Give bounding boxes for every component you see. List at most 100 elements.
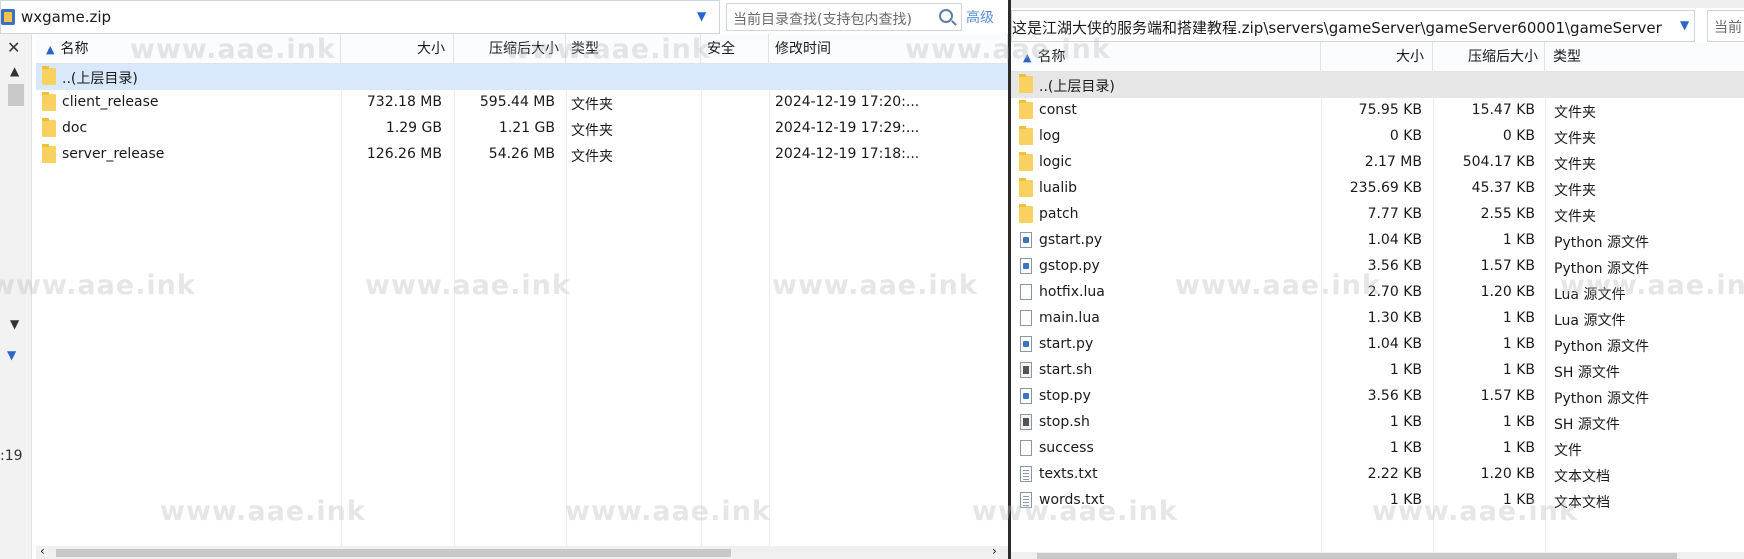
table-row[interactable]: stop.py 3.56 KB 1.57 KB Python 源文件 [1011, 384, 1744, 410]
file-size: 235.69 KB [1349, 180, 1422, 196]
left-horizontal-scrollbar[interactable]: ‹ › [36, 544, 1008, 559]
column-header-name[interactable]: ▲ 名称 [1011, 42, 1321, 72]
scroll-right-icon[interactable]: › [992, 544, 997, 558]
file-packed-size: 1.57 KB [1480, 258, 1535, 274]
python-file-icon [1020, 336, 1032, 352]
left-archive-window: wxgame.zip ▼ 当前目录查找(支持包内查找) 高级 ✕ ▲ ▼ ▼ :… [0, 0, 1008, 559]
sidebar-scroll-thumb[interactable] [8, 84, 24, 106]
table-row[interactable]: hotfix.lua 2.70 KB 1.20 KB Lua 源文件 [1011, 280, 1744, 306]
chevron-down-icon[interactable]: ▼ [7, 348, 16, 362]
file-packed-size: 1.20 KB [1480, 466, 1535, 482]
file-name: gstart.py [1039, 232, 1103, 248]
column-header-packed[interactable]: 压缩后大小 [454, 34, 566, 64]
table-row[interactable]: main.lua 1.30 KB 1 KB Lua 源文件 [1011, 306, 1744, 332]
file-type: Lua 源文件 [1554, 313, 1626, 329]
file-packed-size: 0 KB [1502, 128, 1535, 144]
folder-icon [1019, 178, 1033, 197]
file-name: main.lua [1039, 310, 1100, 326]
file-packed-size: 1.57 KB [1480, 388, 1535, 404]
search-icon[interactable] [939, 9, 953, 23]
python-file-icon [1020, 232, 1032, 248]
right-path-bar[interactable]: 这是江湖大侠的服务端和搭建教程.zip\servers\gameServer\g… [1011, 10, 1695, 42]
file-packed-size: 595.44 MB [479, 94, 555, 110]
right-search-input[interactable]: 当前目 [1707, 10, 1744, 42]
folder-icon [42, 66, 56, 85]
table-row[interactable]: log 0 KB 0 KB 文件夹 [1011, 124, 1744, 150]
table-row[interactable]: words.txt 1 KB 1 KB 文本文档 [1011, 488, 1744, 514]
file-size: 3.56 KB [1367, 258, 1422, 274]
file-size: 1 KB [1389, 492, 1422, 508]
column-header-modified[interactable]: 修改时间 [769, 34, 1008, 64]
table-row[interactable]: const 75.95 KB 15.47 KB 文件夹 [1011, 98, 1744, 124]
table-row[interactable]: doc 1.29 GB 1.21 GB 文件夹 2024-12-19 17:29:... [36, 116, 1008, 142]
scroll-left-icon[interactable]: ‹ [40, 544, 45, 558]
file-name: ..(上层目录) [1039, 79, 1115, 95]
table-row[interactable]: gstop.py 3.56 KB 1.57 KB Python 源文件 [1011, 254, 1744, 280]
table-row[interactable]: logic 2.17 MB 504.17 KB 文件夹 [1011, 150, 1744, 176]
column-header-safety[interactable]: 安全 [701, 34, 769, 64]
folder-icon [1019, 126, 1033, 145]
column-header-type[interactable]: 类型 [566, 34, 701, 64]
file-name: start.py [1039, 336, 1094, 352]
file-icon [1020, 284, 1032, 300]
table-row[interactable]: patch 7.77 KB 2.55 KB 文件夹 [1011, 202, 1744, 228]
table-row[interactable]: server_release 126.26 MB 54.26 MB 文件夹 2024-1… [36, 142, 1008, 168]
column-header-size[interactable]: 大小 [1321, 42, 1433, 72]
file-name: lualib [1039, 180, 1078, 196]
file-type: SH 源文件 [1554, 417, 1620, 433]
scroll-up-icon[interactable]: ▲ [10, 64, 19, 78]
file-type: 文件夹 [571, 123, 613, 139]
table-row[interactable]: start.sh 1 KB 1 KB SH 源文件 [1011, 358, 1744, 384]
folder-icon [42, 144, 56, 163]
file-packed-size: 45.37 KB [1471, 180, 1535, 196]
column-header-name[interactable]: ▲ 名称 [36, 34, 341, 64]
scroll-down-icon[interactable]: ▼ [10, 317, 19, 331]
file-type: 文本文档 [1554, 495, 1610, 511]
file-type: Python 源文件 [1554, 235, 1649, 251]
right-archive-window: 这是江湖大侠的服务端和搭建教程.zip\servers\gameServer\g… [1008, 0, 1744, 559]
table-row[interactable]: client_release 732.18 MB 595.44 MB 文件夹 2024-… [36, 90, 1008, 116]
file-name: client_release [62, 94, 159, 110]
scroll-thumb[interactable] [1037, 553, 1677, 559]
file-packed-size: 1 KB [1502, 414, 1535, 430]
file-type: 文件夹 [1554, 105, 1596, 121]
folder-icon [1019, 100, 1033, 119]
table-row[interactable]: start.py 1.04 KB 1 KB Python 源文件 [1011, 332, 1744, 358]
table-row[interactable]: texts.txt 2.22 KB 1.20 KB 文本文档 [1011, 462, 1744, 488]
scroll-thumb[interactable] [56, 549, 731, 557]
column-header-packed[interactable]: 压缩后大小 [1433, 42, 1545, 72]
column-header-size[interactable]: 大小 [341, 34, 454, 64]
table-row[interactable]: gstart.py 1.04 KB 1 KB Python 源文件 [1011, 228, 1744, 254]
file-size: 3.56 KB [1367, 388, 1422, 404]
left-path-bar[interactable]: wxgame.zip ▼ [0, 0, 720, 34]
parent-directory-row[interactable]: ..(上层目录) [36, 64, 1008, 90]
file-name: hotfix.lua [1039, 284, 1105, 300]
table-row[interactable]: stop.sh 1 KB 1 KB SH 源文件 [1011, 410, 1744, 436]
close-icon[interactable]: ✕ [7, 38, 20, 57]
file-name: doc [62, 120, 88, 136]
file-packed-size: 1 KB [1502, 440, 1535, 456]
parent-directory-row[interactable]: ..(上层目录) [1011, 72, 1744, 98]
file-modified: 2024-12-19 17:29:... [775, 120, 920, 136]
right-horizontal-scrollbar[interactable] [1011, 552, 1744, 559]
table-row[interactable]: success 1 KB 1 KB 文件 [1011, 436, 1744, 462]
file-name: success [1039, 440, 1094, 456]
chevron-down-icon[interactable]: ▼ [1680, 18, 1689, 32]
file-type: Lua 源文件 [1554, 287, 1626, 303]
file-size: 1.30 KB [1367, 310, 1422, 326]
file-icon [1020, 440, 1032, 456]
file-size: 0 KB [1389, 128, 1422, 144]
folder-icon [42, 118, 56, 137]
file-modified: 2024-12-19 17:18:... [775, 146, 920, 162]
advanced-search-link[interactable]: 高级 [966, 7, 994, 27]
file-packed-size: 1 KB [1502, 336, 1535, 352]
file-packed-size: 15.47 KB [1471, 102, 1535, 118]
chevron-down-icon[interactable]: ▼ [697, 9, 706, 23]
column-header-type[interactable]: 类型 [1545, 42, 1744, 72]
file-packed-size: 1 KB [1502, 492, 1535, 508]
left-search-input[interactable]: 当前目录查找(支持包内查找) [726, 3, 962, 31]
table-row[interactable]: lualib 235.69 KB 45.37 KB 文件夹 [1011, 176, 1744, 202]
file-type: 文件夹 [1554, 131, 1596, 147]
file-size: 75.95 KB [1358, 102, 1422, 118]
file-size: 732.18 MB [366, 94, 442, 110]
